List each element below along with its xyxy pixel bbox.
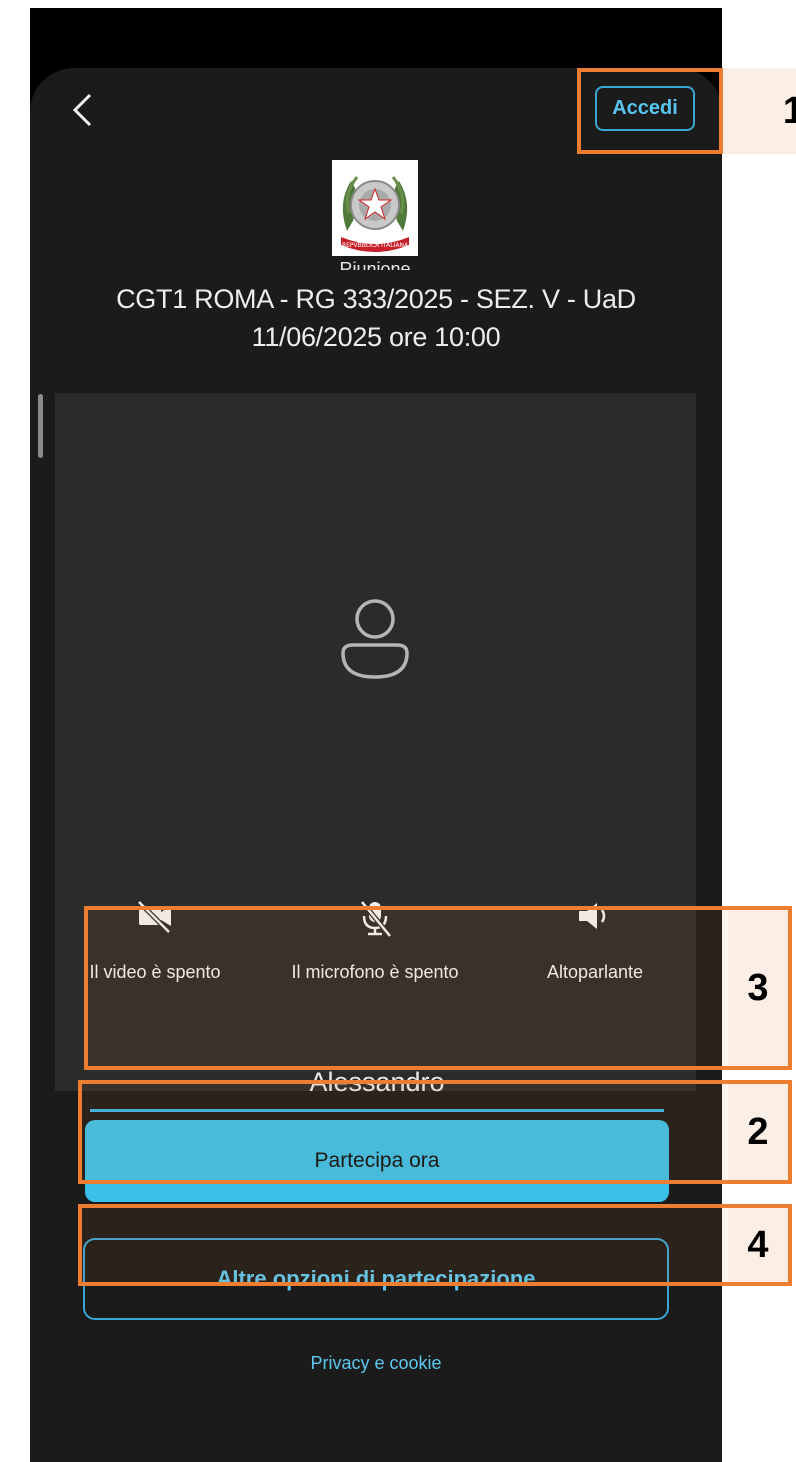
annotation-box-2 — [78, 1080, 792, 1184]
chevron-left-icon — [72, 93, 92, 127]
person-icon — [341, 599, 409, 679]
scrollbar[interactable] — [38, 394, 43, 458]
annotation-label-3: 3 — [728, 910, 788, 1066]
annotation-label-1: 1 — [723, 68, 796, 154]
meeting-title: CGT1 ROMA - RG 333/2025 - SEZ. V - UaD 1… — [116, 284, 636, 352]
annotation-box-1 — [577, 68, 723, 154]
annotation-box-3 — [84, 906, 792, 1070]
back-button[interactable] — [64, 90, 100, 130]
privacy-cookies-link[interactable]: Privacy e cookie — [30, 1353, 722, 1374]
svg-text:REPVBBLICA ITALIANA: REPVBBLICA ITALIANA — [342, 242, 409, 249]
annotation-label-2: 2 — [728, 1084, 788, 1180]
republic-emblem-logo: REPVBBLICA ITALIANA — [332, 160, 418, 256]
annotation-box-4 — [78, 1204, 792, 1286]
logo-caption: Riunione — [339, 259, 411, 270]
annotation-label-4: 4 — [728, 1208, 788, 1282]
